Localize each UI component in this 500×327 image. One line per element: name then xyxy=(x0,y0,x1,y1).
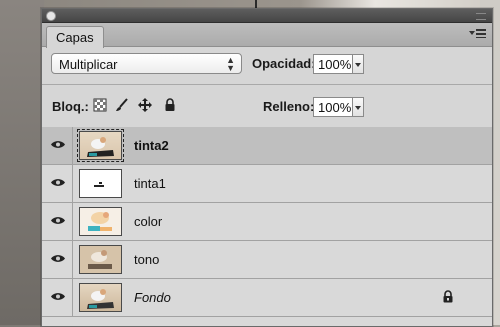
layer-thumbnail xyxy=(79,169,122,198)
fill-input[interactable]: 100% xyxy=(313,97,353,117)
layer-name: tinta2 xyxy=(134,138,169,153)
layers-panel: Capas Multiplicar ▲ ▼ Opacidad: 100% Bloq… xyxy=(41,8,493,327)
tab-layers[interactable]: Capas xyxy=(46,26,104,48)
grip-icon xyxy=(476,13,486,20)
opacity-input[interactable]: 100% xyxy=(313,54,353,74)
layer-thumbnail xyxy=(77,129,124,162)
layer-thumbnail-art xyxy=(94,182,104,187)
blend-mode-select[interactable]: Multiplicar ▲ ▼ xyxy=(51,53,242,74)
layer-thumbnail-art xyxy=(87,137,114,157)
lock-fill-row: Bloq.: Relleno: 100% xyxy=(42,91,492,121)
visibility-eye-icon xyxy=(51,255,65,262)
layer-name: color xyxy=(134,214,163,229)
layer-row[interactable]: color xyxy=(42,203,492,241)
layer-thumbnail-art xyxy=(88,250,112,269)
visibility-toggle[interactable] xyxy=(42,241,73,278)
visibility-toggle[interactable] xyxy=(42,165,73,202)
panel-menu-icon[interactable] xyxy=(469,28,487,40)
lock-position-icon[interactable] xyxy=(138,98,152,112)
select-arrows-icon: ▲ ▼ xyxy=(226,55,235,73)
lock-transparent-pixels-icon[interactable] xyxy=(93,98,107,112)
visibility-eye-icon xyxy=(51,217,65,224)
layer-thumbnail xyxy=(79,245,122,274)
blend-opacity-row: Multiplicar ▲ ▼ Opacidad: 100% xyxy=(42,47,492,81)
layer-name: tinta1 xyxy=(134,176,166,191)
layer-thumbnail-art xyxy=(87,289,114,309)
lock-icon xyxy=(443,290,453,303)
layer-thumbnail xyxy=(79,283,122,312)
opacity-dropdown-button[interactable] xyxy=(353,54,364,74)
layer-thumbnail-art xyxy=(88,212,112,231)
layer-row[interactable]: tono xyxy=(42,241,492,279)
visibility-toggle[interactable] xyxy=(42,279,73,316)
panel-titlebar[interactable] xyxy=(42,9,492,23)
layer-name: tono xyxy=(134,252,160,267)
layer-name: Fondo xyxy=(134,290,171,305)
lock-image-pixels-icon[interactable] xyxy=(115,98,129,112)
layer-row[interactable]: tinta1 xyxy=(42,165,492,203)
visibility-toggle[interactable] xyxy=(42,127,73,164)
visibility-eye-icon xyxy=(51,179,65,186)
visibility-eye-icon xyxy=(51,293,65,300)
fill-label: Relleno: xyxy=(263,99,315,114)
divider xyxy=(42,84,492,85)
layer-list: tinta2 tinta1 color tono Fondo xyxy=(42,127,492,326)
visibility-eye-icon xyxy=(51,141,65,148)
background-left xyxy=(0,0,44,325)
blend-mode-value: Multiplicar xyxy=(59,57,118,72)
opacity-label: Opacidad: xyxy=(252,56,316,71)
layer-row[interactable]: tinta2 xyxy=(42,127,492,165)
fill-dropdown-button[interactable] xyxy=(353,97,364,117)
layer-row[interactable]: Fondo xyxy=(42,279,492,317)
lock-label: Bloq.: xyxy=(52,99,89,114)
lock-all-icon[interactable] xyxy=(163,98,177,112)
close-panel-button[interactable] xyxy=(46,11,56,21)
visibility-toggle[interactable] xyxy=(42,203,73,240)
layer-thumbnail xyxy=(79,207,122,236)
panel-tabbar: Capas xyxy=(42,23,492,48)
